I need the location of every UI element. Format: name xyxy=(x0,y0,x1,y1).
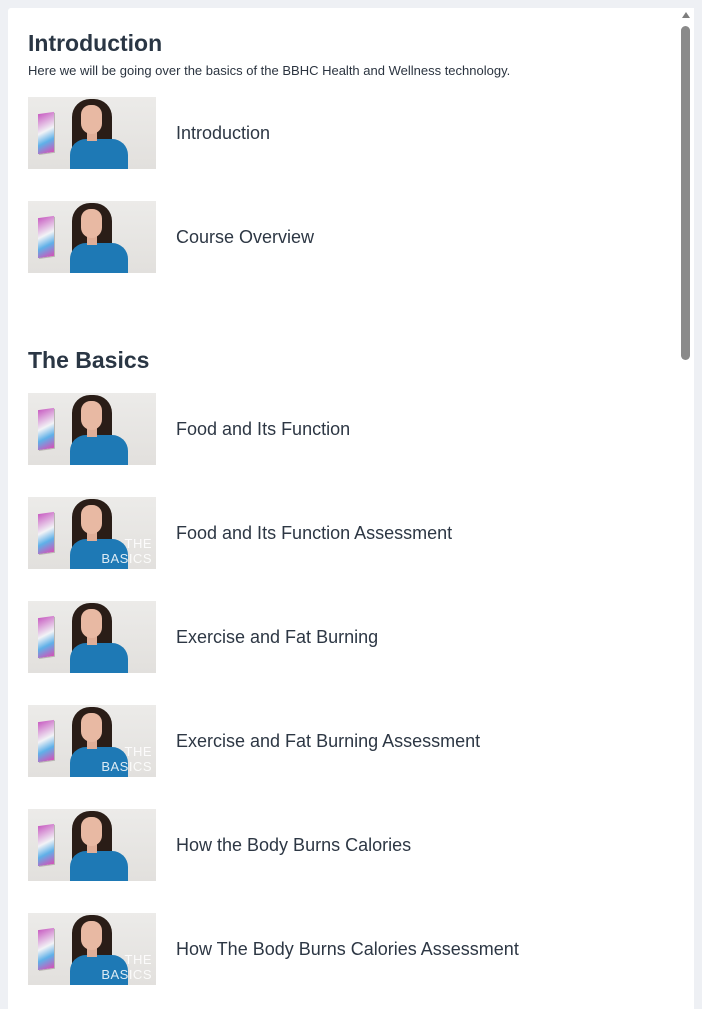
lesson-item[interactable]: THE BASICS How The Body Burns Calories As… xyxy=(28,913,648,985)
lesson-thumbnail[interactable]: THE BASICS xyxy=(28,913,156,985)
lesson-item[interactable]: Food and Its Function xyxy=(28,393,648,465)
lesson-title[interactable]: Exercise and Fat Burning xyxy=(176,627,378,648)
scrollbar-thumb[interactable] xyxy=(681,26,690,360)
lesson-title[interactable]: Exercise and Fat Burning Assessment xyxy=(176,731,480,752)
vertical-scrollbar[interactable] xyxy=(678,8,694,1001)
section-title-introduction: Introduction xyxy=(28,30,163,56)
lesson-title[interactable]: How The Body Burns Calories Assessment xyxy=(176,939,519,960)
lesson-item[interactable]: Introduction xyxy=(28,97,648,169)
painting-illustration xyxy=(38,823,54,867)
lesson-title[interactable]: Food and Its Function xyxy=(176,419,350,440)
lesson-title[interactable]: Food and Its Function Assessment xyxy=(176,523,452,544)
lesson-item[interactable]: THE BASICS Food and Its Function Assessme… xyxy=(28,497,648,569)
lesson-thumbnail[interactable]: THE BASICS xyxy=(28,497,156,569)
painting-illustration xyxy=(38,215,54,259)
course-content-panel: Introduction Here we will be going over … xyxy=(8,8,694,1009)
lesson-item[interactable]: How the Body Burns Calories xyxy=(28,809,648,881)
painting-illustration xyxy=(38,111,54,155)
lesson-thumbnail[interactable] xyxy=(28,809,156,881)
lesson-thumbnail[interactable] xyxy=(28,393,156,465)
painting-illustration xyxy=(38,927,54,971)
painting-illustration xyxy=(38,719,54,763)
lesson-item[interactable]: THE BASICS Exercise and Fat Burning Asses… xyxy=(28,705,648,777)
lesson-title[interactable]: How the Body Burns Calories xyxy=(176,835,411,856)
triangle-up-icon[interactable] xyxy=(682,12,690,18)
lesson-thumbnail[interactable] xyxy=(28,601,156,673)
thumbnail-overlay-text: THE BASICS xyxy=(101,952,152,982)
section-description-introduction: Here we will be going over the basics of… xyxy=(28,63,511,78)
painting-illustration xyxy=(38,615,54,659)
painting-illustration xyxy=(38,407,54,451)
painting-illustration xyxy=(38,511,54,555)
lesson-thumbnail[interactable]: THE BASICS xyxy=(28,705,156,777)
lesson-thumbnail[interactable] xyxy=(28,201,156,273)
lesson-thumbnail[interactable] xyxy=(28,97,156,169)
section-title-the-basics: The Basics xyxy=(28,347,150,373)
lesson-title[interactable]: Course Overview xyxy=(176,227,314,248)
lesson-item[interactable]: Exercise and Fat Burning xyxy=(28,601,648,673)
lesson-item[interactable]: Course Overview xyxy=(28,201,648,273)
thumbnail-overlay-text: THE BASICS xyxy=(101,536,152,566)
lesson-title[interactable]: Introduction xyxy=(176,123,270,144)
thumbnail-overlay-text: THE BASICS xyxy=(101,744,152,774)
